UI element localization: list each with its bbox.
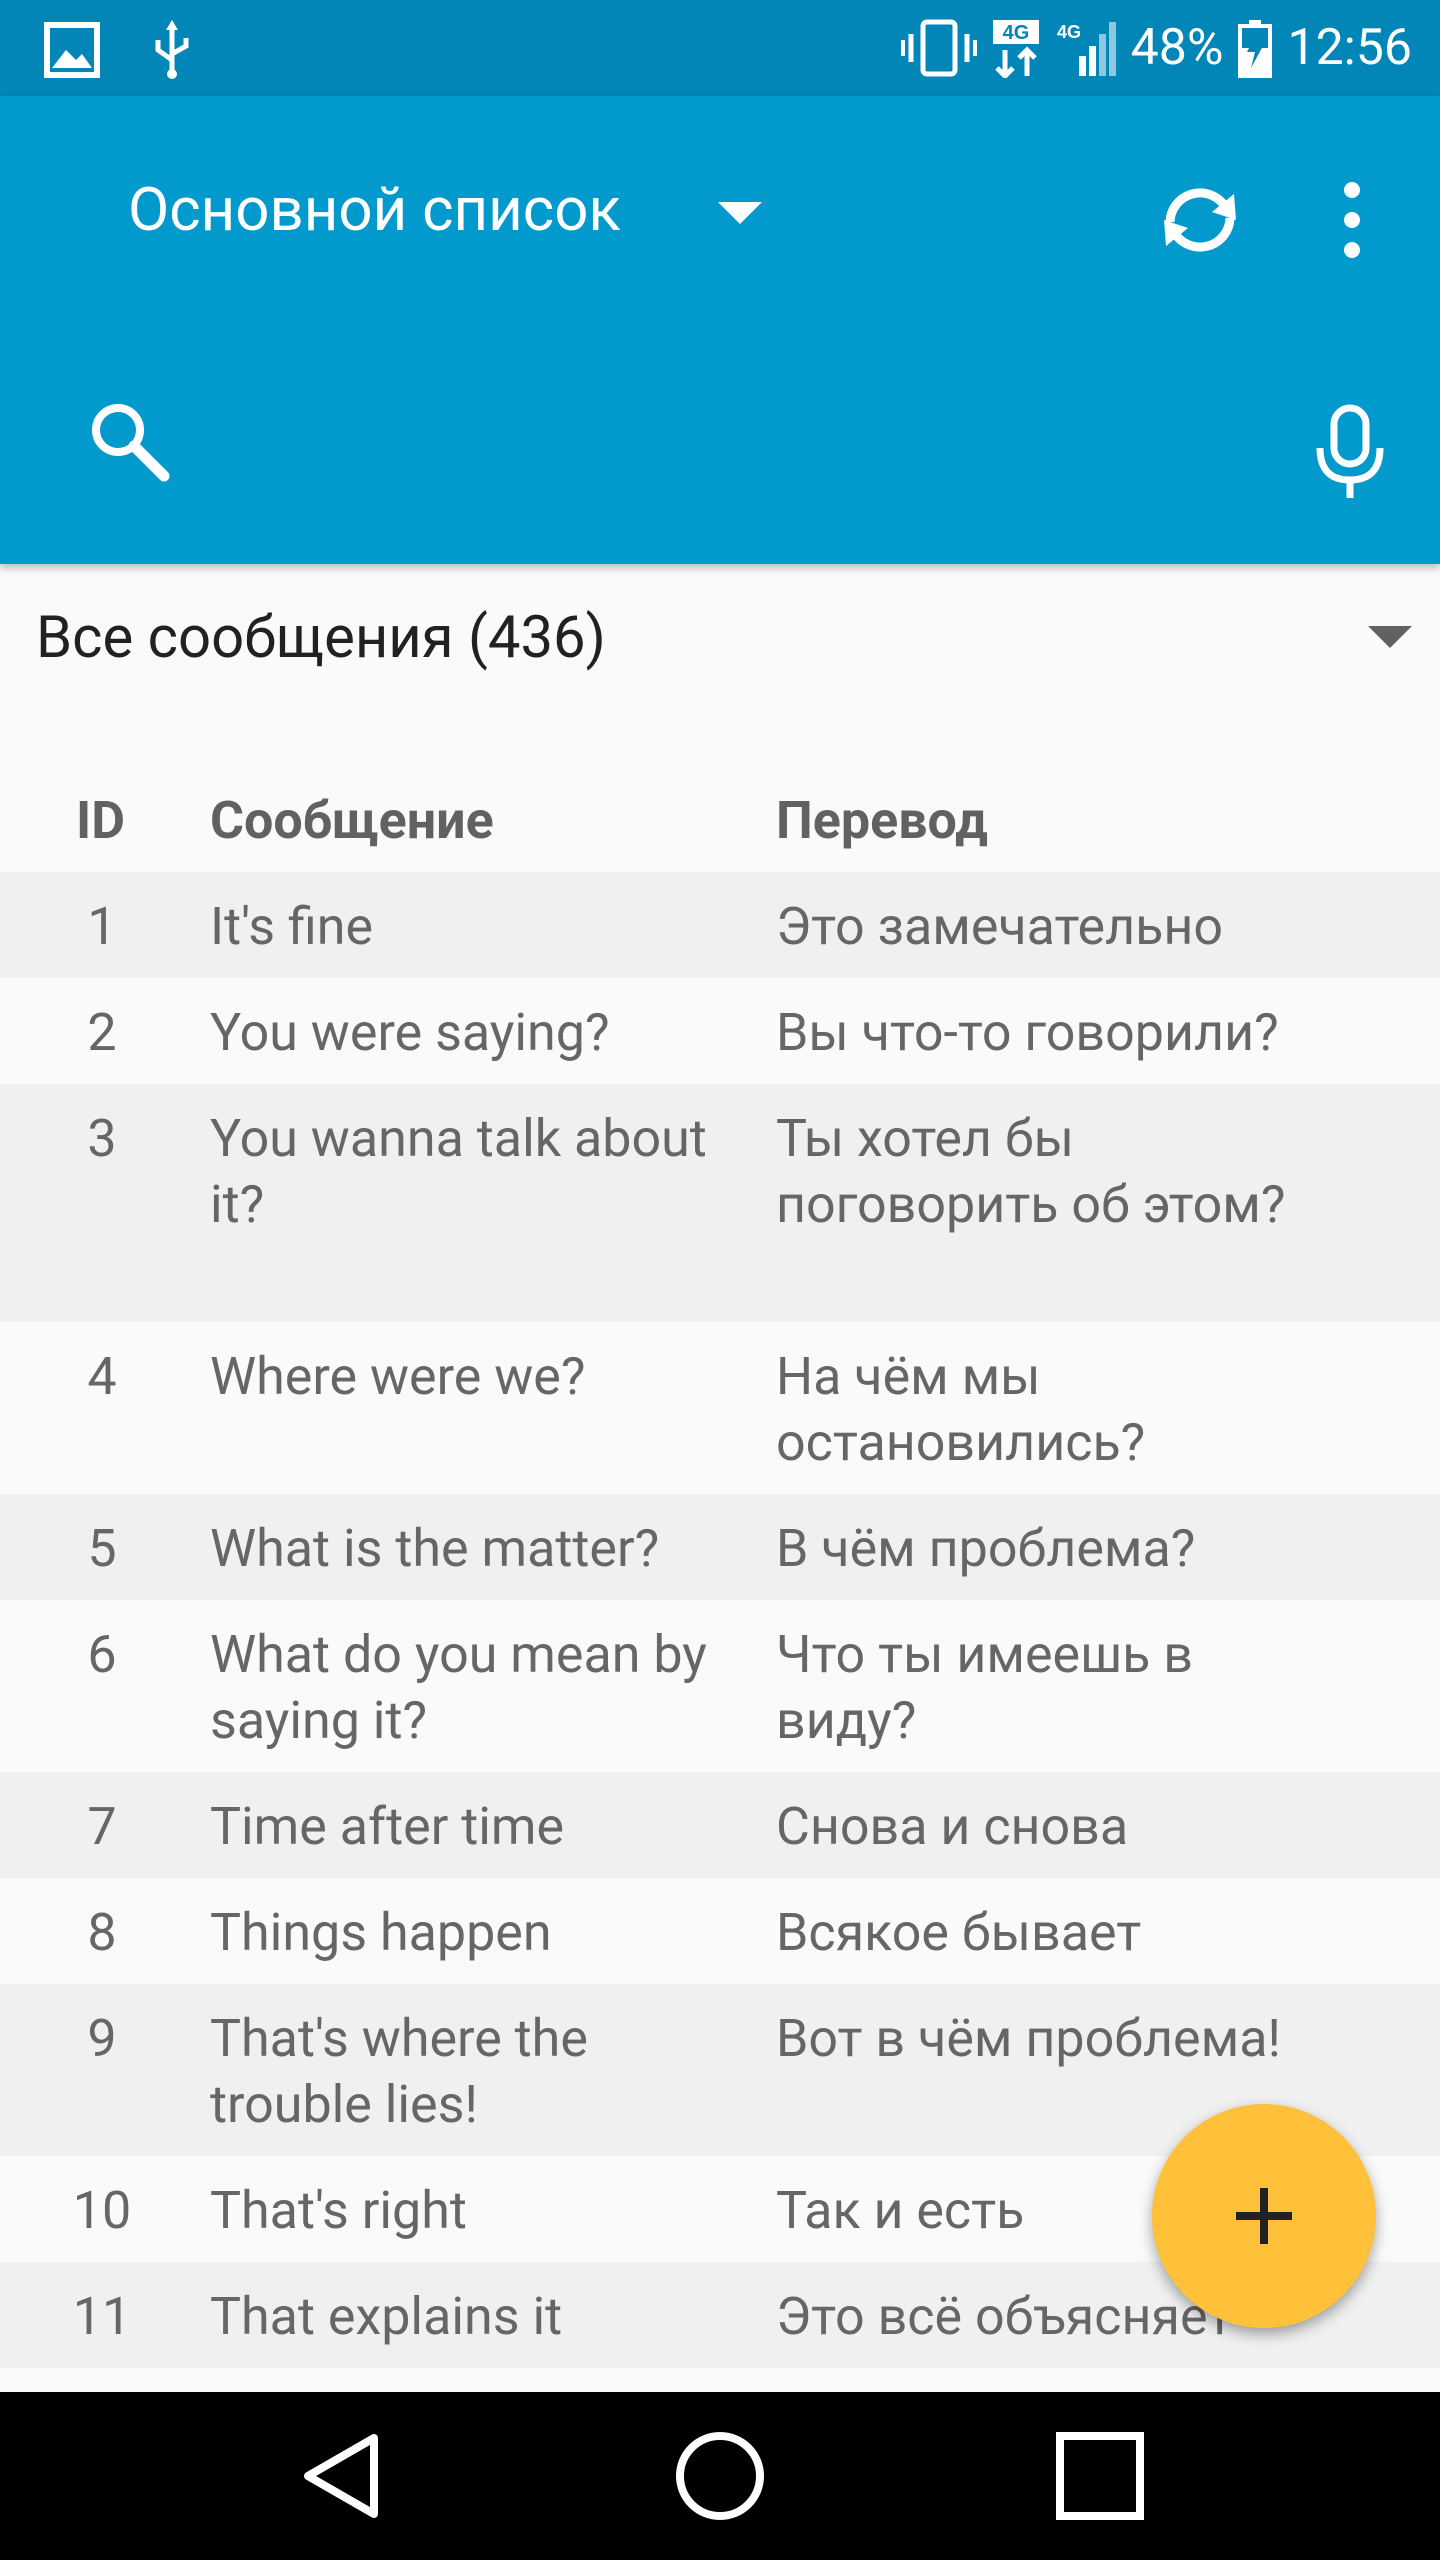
recents-icon[interactable] (1050, 2426, 1150, 2526)
battery-percent: 48% (1130, 19, 1224, 77)
table-row[interactable]: 4 Where were we? На чём мы остановились? (0, 1322, 1440, 1494)
clock: 12:56 (1287, 19, 1412, 77)
chevron-down-icon[interactable] (718, 202, 762, 224)
vibrate-icon (900, 19, 977, 77)
usb-icon (155, 20, 189, 79)
row-translation: Вот в чём проблема! (776, 2008, 1281, 2069)
image-notification-icon (44, 22, 100, 78)
table-row[interactable]: 1 It's fine Это замечательно (0, 872, 1440, 978)
network-4g-icon: 4G (992, 20, 1039, 78)
row-translation: Всякое бывает (776, 1902, 1142, 1963)
add-message-button[interactable] (1152, 2104, 1376, 2328)
chevron-down-icon[interactable] (1368, 626, 1412, 648)
row-message: That's where the trouble lies! (210, 2008, 588, 2135)
table-row[interactable]: 6 What do you mean by saying it? Что ты им… (0, 1600, 1440, 1772)
plus-icon-stroke (1260, 2188, 1268, 2244)
row-id: 1 (87, 896, 117, 957)
row-message: It's fine (210, 896, 374, 957)
filter-label[interactable]: Все сообщения (436) (36, 604, 606, 672)
row-translation: Что ты имеешь в виду? (776, 1624, 1194, 1751)
table-row[interactable]: 7 Time after time Снова и снова (0, 1772, 1440, 1878)
status-notifications (44, 20, 192, 80)
column-header-message: Сообщение (210, 790, 494, 851)
column-header-translation: Перевод (776, 790, 988, 851)
row-message: Time after time (210, 1796, 565, 1857)
more-vert-icon[interactable] (1320, 172, 1384, 268)
row-id: 6 (87, 1624, 117, 1685)
microphone-icon[interactable] (1310, 404, 1390, 504)
row-message: You were saying? (210, 1002, 610, 1063)
row-id: 8 (87, 1902, 117, 1963)
row-translation: Ты хотел бы поговорить об этом? (776, 1108, 1286, 1235)
row-message: Where were we? (210, 1346, 586, 1407)
message-filter[interactable]: Все сообщения (436) (0, 566, 1440, 716)
navigation-bar (0, 2392, 1440, 2560)
sync-icon[interactable] (1152, 172, 1248, 268)
row-message: That explains it (210, 2286, 563, 2347)
row-id: 10 (72, 2180, 132, 2241)
row-message: You wanna talk about it? (210, 1108, 707, 1235)
row-translation: Вы что-то говорили? (776, 1002, 1279, 1063)
search-input[interactable] (200, 396, 1264, 488)
back-icon[interactable] (290, 2426, 390, 2526)
home-icon[interactable] (670, 2426, 770, 2526)
app-bar: Основной список (0, 96, 1440, 564)
row-id: 5 (87, 1518, 117, 1579)
table-row[interactable]: 5 What is the matter? В чём проблема? (0, 1494, 1440, 1600)
table-row[interactable]: 2 You were saying? Вы что-то говорили? (0, 978, 1440, 1084)
signal-4g-icon: 4G (1057, 22, 1116, 76)
search-icon[interactable] (84, 396, 174, 486)
battery-charging-icon (1238, 20, 1273, 78)
row-translation: На чём мы остановились? (776, 1346, 1146, 1473)
row-message: What do you mean by saying it? (210, 1624, 707, 1751)
svg-text:4G: 4G (1002, 22, 1029, 44)
row-translation: В чём проблема? (776, 1518, 1196, 1579)
row-id: 4 (87, 1346, 117, 1407)
row-id: 7 (87, 1796, 117, 1857)
column-header-id: ID (76, 790, 126, 851)
status-system: 4G 4G 48% 12:56 (900, 0, 1412, 96)
table-row[interactable]: 8 Things happen Всякое бывает (0, 1878, 1440, 1984)
row-translation: Снова и снова (776, 1796, 1129, 1857)
status-bar: 4G 4G 48% 12:56 (0, 0, 1440, 96)
row-message: Things happen (210, 1902, 552, 1963)
row-message: What is the matter? (210, 1518, 660, 1579)
list-title[interactable]: Основной список (128, 174, 621, 245)
row-id: 3 (87, 1108, 117, 1169)
row-translation: Это замечательно (776, 896, 1224, 957)
row-id: 2 (87, 1002, 117, 1063)
row-id: 11 (72, 2286, 132, 2347)
svg-text:4G: 4G (1057, 22, 1081, 42)
table-header: ID Сообщение Перевод (0, 776, 1440, 872)
row-message: That's right (210, 2180, 467, 2241)
row-id: 9 (87, 2008, 117, 2069)
table-row[interactable]: 3 You wanna talk about it? Ты хотел бы пог… (0, 1084, 1440, 1322)
